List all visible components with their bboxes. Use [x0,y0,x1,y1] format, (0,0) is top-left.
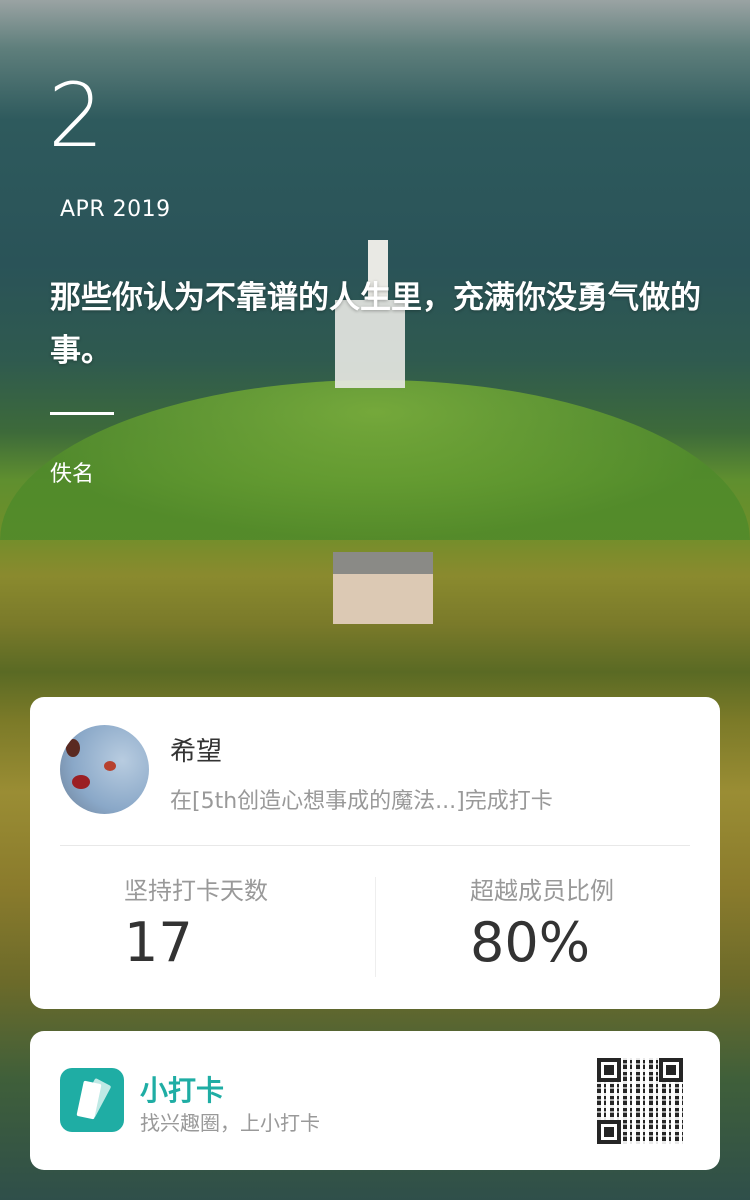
stat-label: 坚持打卡天数 [124,877,268,905]
stat-value: 80% [470,911,591,974]
quote-text: 那些你认为不靠谱的人生里，充满你没勇气做的事。 [50,280,701,369]
quote-divider [50,412,114,415]
checkin-card: 希望 在[5th创造心想事成的魔法...]完成打卡 坚持打卡天数 17 超越成员… [30,697,720,1009]
vertical-divider [375,877,376,977]
brand-name: 小打卡 [140,1074,225,1107]
brand-slogan: 找兴趣圈，上小打卡 [140,1111,320,1135]
date-day: 2 [48,64,104,167]
stat-surpass-ratio: 超越成员比例 80% [470,871,614,970]
avatar[interactable] [60,725,149,814]
hill [0,380,750,540]
stat-value: 17 [124,911,193,974]
house [333,552,433,624]
quote-author: 佚名 [50,462,95,487]
stat-label: 超越成员比例 [470,877,614,905]
checkin-description: 在[5th创造心想事成的魔法...]完成打卡 [170,789,553,814]
app-logo-icon [60,1068,124,1132]
qr-code-icon [597,1058,683,1144]
date-month-year: APR 2019 [60,197,171,222]
brand-card: 小打卡 找兴趣圈，上小打卡 [30,1031,720,1170]
stat-streak-days: 坚持打卡天数 17 [124,871,268,970]
divider [60,845,690,846]
user-name: 希望 [170,737,223,767]
